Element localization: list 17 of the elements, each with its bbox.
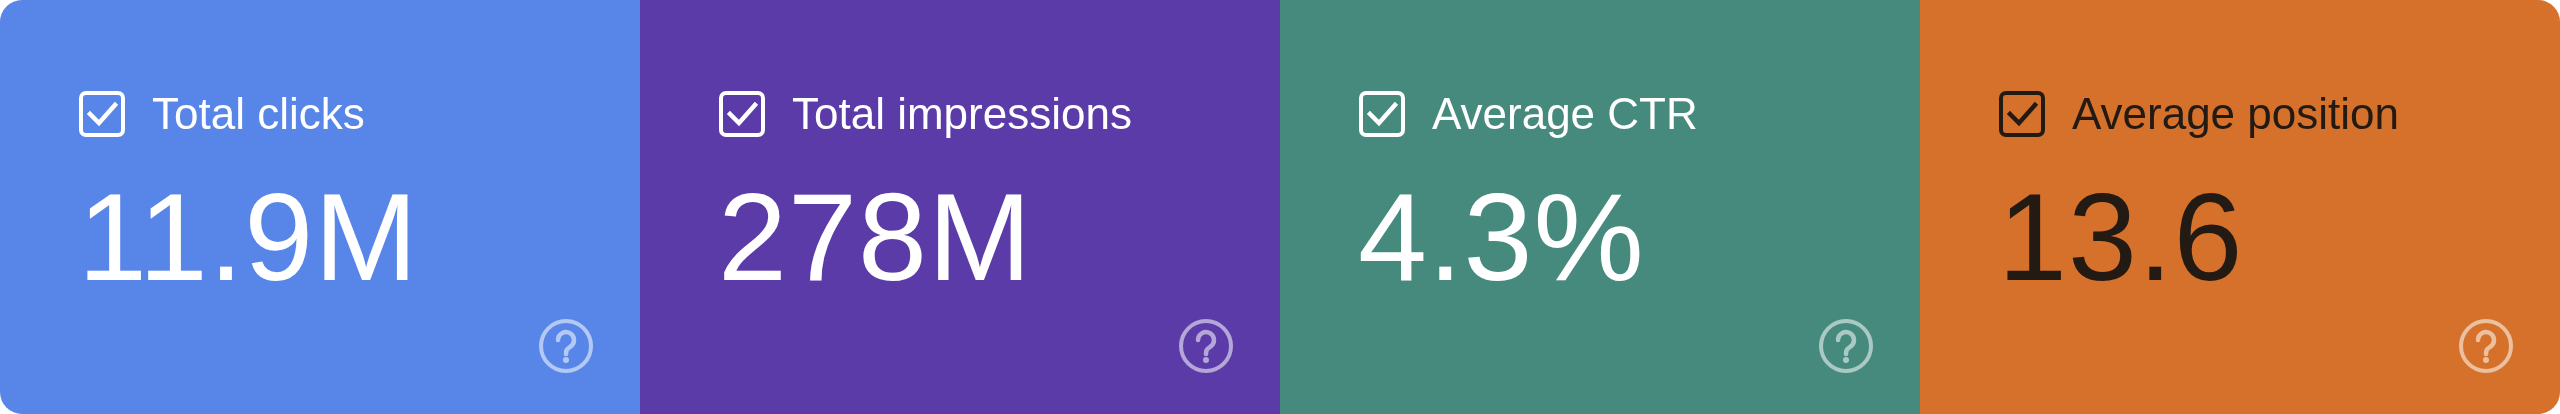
checkbox[interactable] xyxy=(1998,90,2046,138)
metric-value: 13.6 xyxy=(1998,167,2244,308)
metric-card[interactable]: Average position 13.6 xyxy=(1920,0,2560,414)
help-icon[interactable] xyxy=(538,318,594,374)
metric-label: Average CTR xyxy=(1432,88,1698,140)
metric-value: 4.3% xyxy=(1358,167,1645,308)
metric-card[interactable]: Average CTR 4.3% xyxy=(1280,0,1920,414)
metric-label: Average position xyxy=(2072,88,2399,140)
metric-card[interactable]: Total impressions 278M xyxy=(640,0,1280,414)
metric-value: 278M xyxy=(718,167,1033,308)
metric-value: 11.9M xyxy=(78,167,419,308)
help-icon[interactable] xyxy=(1178,318,1234,374)
metric-card[interactable]: Total clicks 11.9M xyxy=(0,0,640,414)
help-icon[interactable] xyxy=(2458,318,2514,374)
help-icon[interactable] xyxy=(1818,318,1874,374)
metric-label: Total clicks xyxy=(152,88,365,140)
metric-label: Total impressions xyxy=(792,88,1132,140)
